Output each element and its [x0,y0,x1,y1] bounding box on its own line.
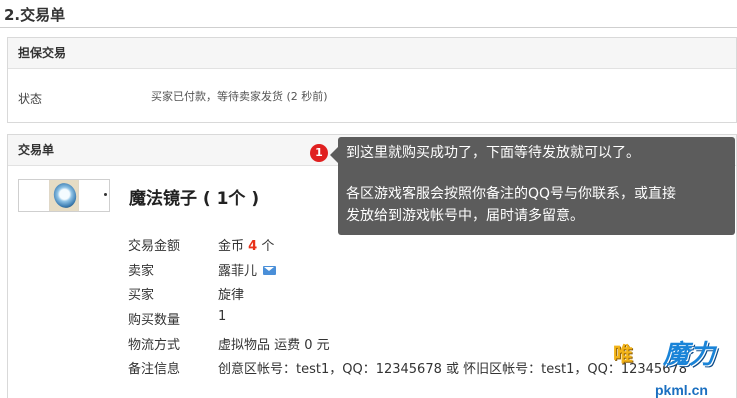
seller-label: 卖家 [128,264,155,279]
tooltip-arrow [330,147,338,163]
quantity-value: 1 [218,309,227,324]
step-badge: 1 [310,144,328,162]
status-label: 状态 [18,92,43,106]
watermark-text-1: 唯 [613,342,633,366]
status-value: 买家已付款，等待卖家发货 (2 秒前) [151,90,328,103]
note-label: 备注信息 [128,362,181,377]
tooltip-line-1: 到这里就购买成功了，下面等待发放就可以了。 [346,145,640,161]
watermark-url: pkml.cn [655,382,708,398]
item-name: 魔法镜子 ( 1个 ) [129,189,260,209]
item-thumbnail[interactable] [18,179,110,212]
tooltip-line-3: 发放给到游戏帐号中，届时请多留意。 [346,208,584,224]
escrow-panel-header: 担保交易 [8,38,736,69]
thumbnail-dot [104,193,107,196]
magic-mirror-icon [49,179,80,212]
buyer-value: 旋律 [218,288,245,303]
escrow-panel: 担保交易 状态 买家已付款，等待卖家发货 (2 秒前) [7,37,737,123]
guide-tooltip: 到这里就购买成功了，下面等待发放就可以了。 各区游戏客服会按照你备注的QQ号与你… [330,137,735,235]
amount-number: 4 [248,239,258,254]
amount-value: 金币 4 个 [218,239,275,254]
seller-name[interactable]: 露菲儿 [218,264,257,279]
mail-icon[interactable] [263,266,277,275]
watermark-logo: 唯 魔力 pkml.cn [613,320,737,398]
buyer-label: 买家 [128,288,155,303]
amount-label: 交易金额 [128,239,181,254]
watermark-text-2: 魔力 [663,340,716,370]
row-amount: 交易金额 金币 4 个 [8,235,736,257]
shipping-value: 虚拟物品 运费 0 元 [218,338,330,353]
title-divider [0,27,737,28]
row-buyer: 买家 旋律 [8,284,736,306]
seller-value: 露菲儿 [218,260,277,279]
tooltip-line-2: 各区游戏客服会按照你备注的QQ号与你联系，或直接 [346,186,677,202]
quantity-label: 购买数量 [128,313,181,328]
row-seller: 卖家 露菲儿 [8,260,736,282]
page-title: 2.交易单 [4,6,66,24]
shipping-label: 物流方式 [128,338,181,353]
